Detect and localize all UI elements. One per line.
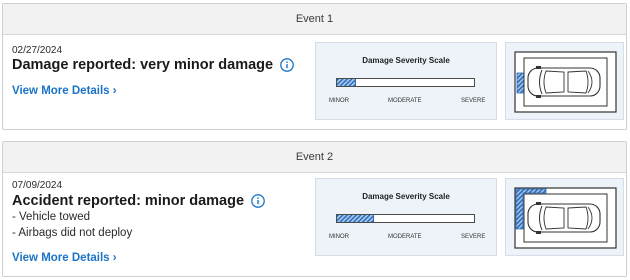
event-header: Event 1: [3, 4, 626, 35]
damage-location-diagram: [505, 178, 624, 256]
event-card-2: Event 2 07/09/2024 Accident reported: mi…: [2, 141, 627, 277]
severity-bar: [336, 214, 475, 223]
event-detail-airbags: - Airbags did not deploy: [12, 227, 133, 239]
scale-label-moderate: MODERATE: [388, 234, 422, 240]
severity-bar: [336, 78, 475, 87]
car-top-view-icon: [514, 51, 617, 113]
event-title-text: Damage reported: very minor damage: [12, 57, 274, 73]
view-more-details-link[interactable]: View More Details ›: [12, 85, 117, 97]
scale-label-minor: MINOR: [329, 98, 349, 104]
damage-location-diagram: [505, 42, 624, 120]
event-date: 07/09/2024: [12, 180, 63, 191]
event-card-1: Event 1 02/27/2024 Damage reported: very…: [2, 3, 627, 130]
event-date: 02/27/2024: [12, 45, 63, 56]
view-more-details-link[interactable]: View More Details ›: [12, 252, 117, 264]
severity-bar-fill: [337, 215, 374, 222]
event-title-text: Accident reported: minor damage: [12, 193, 245, 209]
scale-title: Damage Severity Scale: [362, 192, 450, 201]
info-icon[interactable]: [251, 194, 265, 208]
damage-severity-scale: Damage Severity Scale MINOR MODERATE SEV…: [315, 178, 497, 256]
scale-labels: MINOR MODERATE SEVERE: [316, 234, 496, 244]
severity-bar-fill: [337, 79, 356, 86]
info-icon[interactable]: [280, 58, 294, 72]
damage-severity-scale: Damage Severity Scale MINOR MODERATE SEV…: [315, 42, 497, 120]
scale-labels: MINOR MODERATE SEVERE: [316, 98, 496, 108]
scale-label-moderate: MODERATE: [388, 98, 422, 104]
event-header: Event 2: [3, 142, 626, 173]
car-top-view-icon: [514, 187, 617, 249]
scale-title: Damage Severity Scale: [362, 56, 450, 65]
scale-label-severe: SEVERE: [461, 98, 486, 104]
event-title: Accident reported: minor damage: [12, 193, 265, 209]
scale-label-severe: SEVERE: [461, 234, 486, 240]
event-title: Damage reported: very minor damage: [12, 57, 294, 73]
damage-area-front-left: [516, 72, 525, 94]
event-detail-towed: - Vehicle towed: [12, 211, 90, 223]
scale-label-minor: MINOR: [329, 234, 349, 240]
